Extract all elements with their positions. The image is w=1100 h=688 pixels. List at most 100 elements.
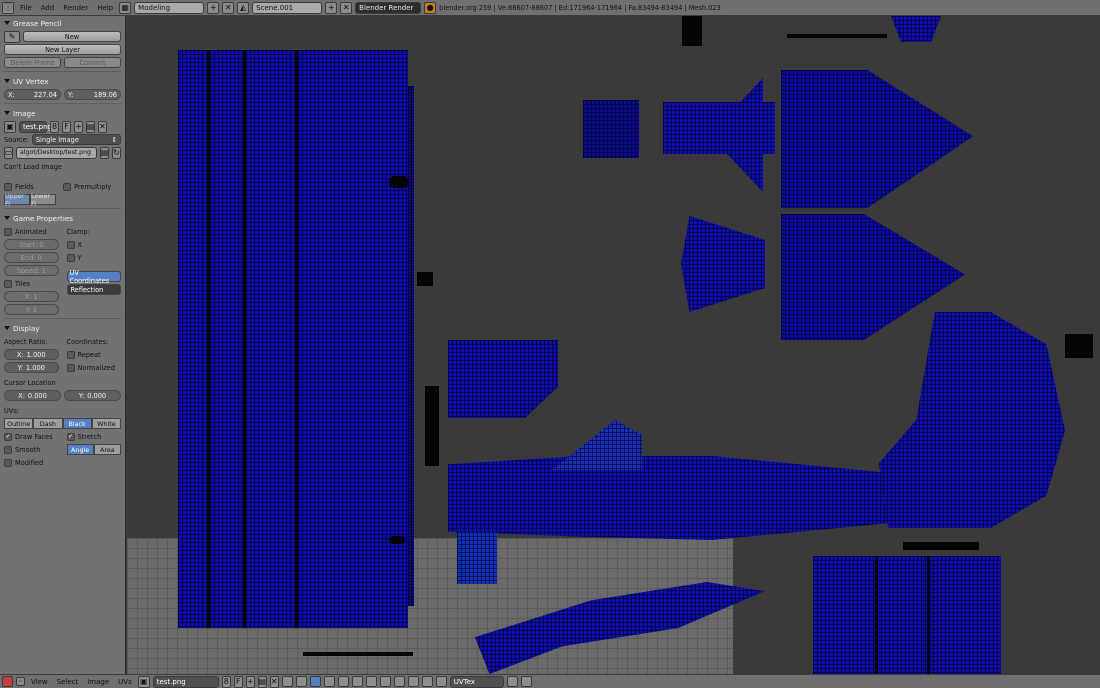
uv-island-small[interactable] bbox=[425, 386, 439, 466]
reload-icon[interactable]: ↻ bbox=[112, 146, 121, 159]
menu-select[interactable]: Select bbox=[54, 678, 82, 686]
add-scene-icon[interactable]: + bbox=[325, 1, 338, 14]
upper-field-button[interactable]: Upper Fi bbox=[4, 192, 30, 208]
folder-icon[interactable]: ▤ bbox=[100, 146, 109, 159]
open-image-icon[interactable]: ▤ bbox=[257, 675, 267, 688]
uv-island-fin[interactable] bbox=[727, 154, 763, 192]
speed-field[interactable]: Speed: 1 bbox=[4, 265, 59, 276]
reflection-button[interactable]: Reflection bbox=[66, 284, 121, 295]
uv-vertex-x-field[interactable]: X: 227.04 bbox=[4, 89, 61, 100]
bottom-image-name[interactable]: test.png bbox=[152, 675, 219, 688]
grease-pencil-header[interactable]: Grease Pencil bbox=[0, 16, 125, 30]
uv-mode-white[interactable]: White bbox=[91, 418, 121, 429]
uv-island-wing-edge[interactable] bbox=[408, 86, 414, 606]
menu-add[interactable]: Add bbox=[38, 4, 58, 12]
uv-island-struts[interactable] bbox=[457, 532, 497, 584]
uv-island-strip[interactable] bbox=[787, 34, 887, 38]
uv-island-small[interactable] bbox=[417, 272, 433, 286]
normalized-checkbox[interactable] bbox=[66, 363, 75, 372]
editor-type-icon[interactable] bbox=[2, 676, 13, 687]
end-field[interactable]: End: 0 bbox=[4, 252, 59, 263]
add-screen-icon[interactable]: + bbox=[207, 1, 220, 14]
uv-coordinates-button[interactable]: UV Coordinates bbox=[66, 269, 121, 285]
sync-selection-icon[interactable] bbox=[295, 676, 307, 687]
scene-field[interactable]: Scene.001 bbox=[252, 1, 323, 14]
vertex-select-icon[interactable] bbox=[309, 676, 321, 687]
lower-field-button[interactable]: Lower Fi bbox=[30, 192, 56, 208]
uv-island-small[interactable] bbox=[682, 16, 702, 46]
uv-mode-outline[interactable]: Outline bbox=[4, 418, 34, 429]
uv-island-fuselage[interactable] bbox=[448, 456, 888, 540]
pencil-icon[interactable]: ✎ bbox=[4, 30, 20, 43]
stretch-area-button[interactable]: Area bbox=[93, 444, 121, 455]
repeat-checkbox[interactable] bbox=[66, 350, 75, 359]
scene-icon[interactable]: ◭ bbox=[237, 1, 250, 14]
uv-vertex-y-field[interactable]: Y: 189.06 bbox=[64, 89, 121, 100]
uv-island-tail-cone[interactable] bbox=[781, 70, 973, 208]
source-select[interactable]: Single Image ⇕ bbox=[31, 134, 121, 145]
animated-checkbox[interactable] bbox=[4, 227, 12, 236]
uv-island-stretch[interactable] bbox=[552, 420, 642, 470]
start-field[interactable]: Start: 0 bbox=[4, 239, 59, 250]
edge-select-icon[interactable] bbox=[323, 676, 335, 687]
uv-island-strip[interactable] bbox=[303, 652, 413, 656]
uv-island-small[interactable] bbox=[1065, 334, 1093, 358]
menu-view[interactable]: View bbox=[28, 678, 51, 686]
uv-editor-viewport[interactable] bbox=[127, 16, 1100, 674]
aspect-y-field[interactable]: Y: 1.000 bbox=[4, 362, 59, 373]
remove-scene-icon[interactable]: ✕ bbox=[340, 1, 353, 14]
proportional-edit-icon[interactable] bbox=[393, 676, 405, 687]
menu-image[interactable]: Image bbox=[84, 678, 112, 686]
uv-island-cowl[interactable] bbox=[681, 216, 765, 312]
remove-screen-icon[interactable]: ✕ bbox=[222, 1, 235, 14]
image-name-field[interactable]: test.png bbox=[19, 120, 52, 133]
image-browse-icon[interactable]: ▣ bbox=[137, 675, 150, 688]
tiles-y-field[interactable]: Y: 1 bbox=[4, 304, 59, 315]
uv-island-flaps[interactable] bbox=[813, 556, 1001, 674]
cursor-y-field[interactable]: Y: 0.000 bbox=[64, 390, 121, 401]
filepath-field[interactable]: algot/Desktop/test.png bbox=[16, 146, 97, 159]
render-result-icon[interactable] bbox=[506, 676, 518, 687]
uv-vertex-header[interactable]: UV Vertex bbox=[0, 74, 125, 88]
sticky-select-icon[interactable] bbox=[365, 676, 377, 687]
image-header[interactable]: Image bbox=[0, 106, 125, 120]
draw-faces-checkbox[interactable]: ✓ bbox=[4, 432, 12, 441]
paint-icon[interactable] bbox=[520, 676, 532, 687]
premultiply-checkbox[interactable] bbox=[63, 182, 71, 191]
uv-island-gear[interactable] bbox=[583, 100, 639, 158]
unlink-image-icon[interactable]: ✕ bbox=[98, 120, 107, 133]
menu-file[interactable]: File bbox=[17, 4, 35, 12]
unlink-image-icon[interactable]: ✕ bbox=[269, 675, 279, 688]
image-browse-icon[interactable]: ▣ bbox=[4, 120, 16, 133]
display-header[interactable]: Display bbox=[0, 321, 125, 335]
uv-island-fin[interactable] bbox=[727, 78, 763, 116]
snap-target-icon[interactable] bbox=[421, 676, 433, 687]
grease-pencil-new-button[interactable]: New bbox=[23, 31, 121, 42]
new-layer-button[interactable]: New Layer bbox=[4, 44, 121, 55]
aspect-x-field[interactable]: X: 1.000 bbox=[4, 349, 59, 360]
fields-checkbox[interactable] bbox=[4, 182, 12, 191]
uv-map-field[interactable]: UVTex bbox=[449, 675, 504, 688]
smooth-checkbox[interactable] bbox=[4, 445, 12, 454]
modified-checkbox[interactable] bbox=[4, 458, 12, 467]
clamp-y-checkbox[interactable] bbox=[66, 253, 75, 262]
clamp-x-checkbox[interactable] bbox=[66, 240, 75, 249]
editor-type-icon[interactable]: ⓘ bbox=[2, 1, 14, 14]
tiles-x-field[interactable]: X: 1 bbox=[4, 291, 59, 302]
pin-icon[interactable] bbox=[281, 676, 293, 687]
snap-icon[interactable] bbox=[407, 676, 419, 687]
open-image-icon[interactable]: ▤ bbox=[86, 120, 95, 133]
uv-island-top[interactable] bbox=[891, 16, 941, 42]
tiles-checkbox[interactable] bbox=[4, 279, 12, 288]
add-image-icon[interactable]: + bbox=[245, 675, 255, 688]
add-image-icon[interactable]: + bbox=[74, 120, 83, 133]
pivot-icon[interactable] bbox=[379, 676, 391, 687]
screen-layout-icon[interactable]: ▦ bbox=[119, 1, 132, 14]
uv-mode-dash[interactable]: Dash bbox=[33, 418, 63, 429]
uv-island-cockpit[interactable] bbox=[448, 340, 558, 418]
collapse-menu-icon[interactable]: ◦ bbox=[16, 677, 25, 686]
face-select-icon[interactable] bbox=[337, 676, 349, 687]
delete-frame-button[interactable]: Delete Frame bbox=[4, 57, 61, 68]
island-select-icon[interactable] bbox=[351, 676, 363, 687]
stretch-checkbox[interactable]: ✓ bbox=[66, 432, 75, 441]
